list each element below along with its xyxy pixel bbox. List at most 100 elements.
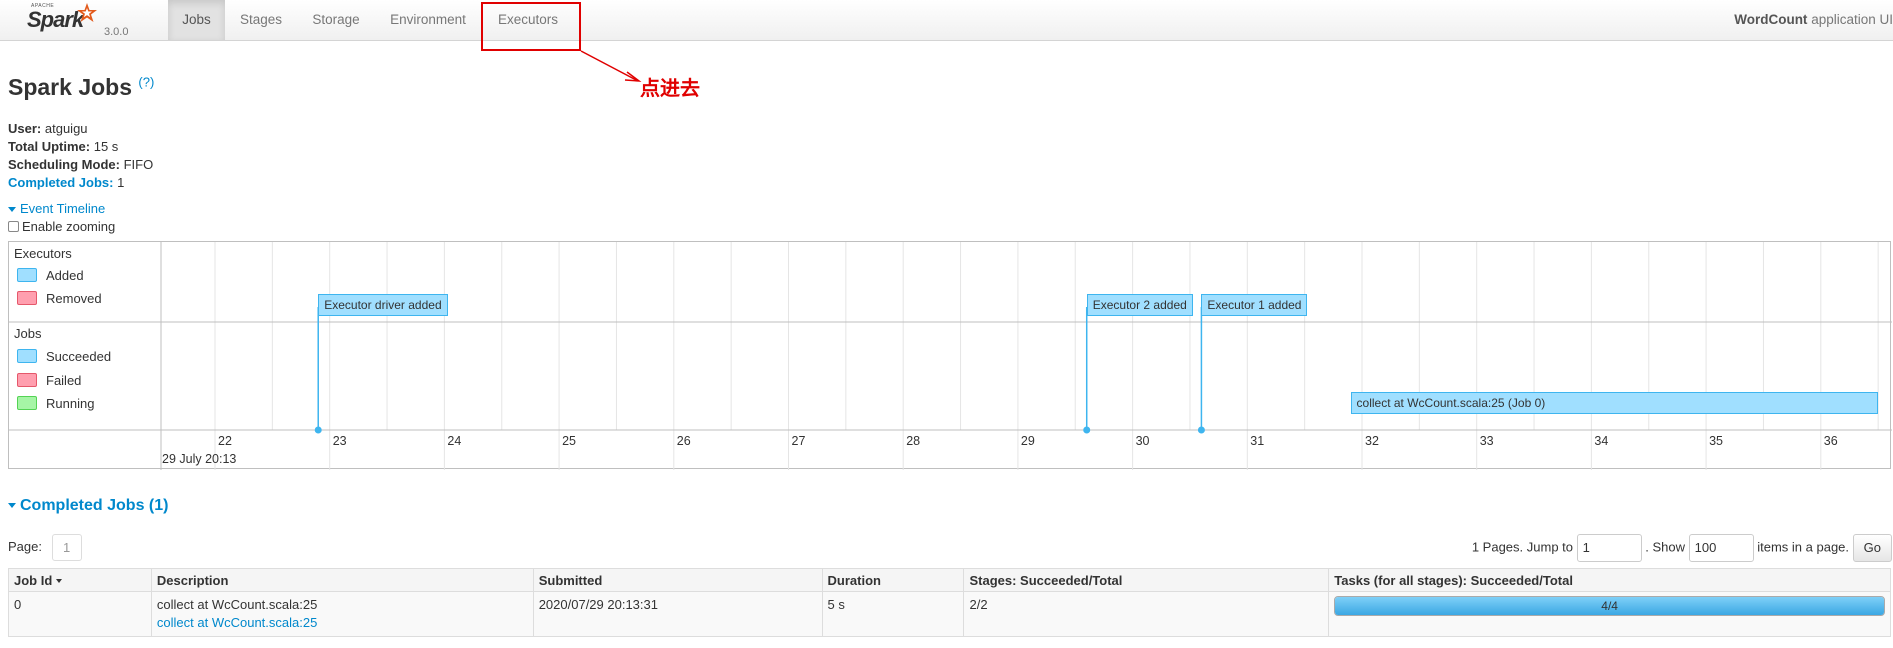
executor-event-box[interactable]: Executor driver added <box>318 294 448 316</box>
timeline-tick-label: 23 <box>333 434 347 448</box>
executor-event-dot <box>1083 426 1091 434</box>
tab-stages[interactable]: Stages <box>228 0 294 40</box>
legend-succeeded-label: Succeeded <box>46 349 112 364</box>
col-duration[interactable]: Duration <box>821 568 965 592</box>
legend-removed-label: Removed <box>46 291 102 306</box>
executor-event-dot <box>314 426 322 434</box>
top-navbar: APACHE Spark 3.0.0 Jobs Stages Storage E… <box>0 0 1893 41</box>
tab-jobs[interactable]: Jobs <box>168 0 225 40</box>
timeline-tick-label: 35 <box>1709 434 1723 448</box>
legend-running-label: Running <box>46 396 95 411</box>
legend-added-swatch <box>17 268 37 282</box>
spark-star-icon <box>77 3 97 22</box>
page-label: Page: <box>8 538 42 554</box>
show-text: . Show <box>1645 539 1685 555</box>
timeline-tick-label: 33 <box>1480 434 1494 448</box>
legend-failed-label: Failed <box>46 373 82 388</box>
tab-storage[interactable]: Storage <box>303 0 369 40</box>
legend-succeeded-swatch <box>17 349 37 363</box>
col-job-id[interactable]: Job Id <box>8 568 152 592</box>
completed-jobs-title: Completed Jobs (1) <box>20 497 169 514</box>
page-number-button[interactable]: 1 <box>51 534 82 561</box>
timeline-tick-label: 30 <box>1136 434 1150 448</box>
completed-jobs-link[interactable]: Completed Jobs: <box>8 175 113 190</box>
completed-jobs-toggle[interactable]: Completed Jobs (1) <box>8 497 168 515</box>
zoom-checkbox[interactable] <box>8 221 19 232</box>
enable-zooming[interactable]: Enable zooming <box>8 219 115 234</box>
jump-to-page-input[interactable]: 1 <box>1576 534 1642 562</box>
jobs-group-label: Jobs <box>14 326 42 341</box>
timeline-tick-label: 34 <box>1594 434 1608 448</box>
timeline-grid: 22 23 24 25 26 27 28 29 30 31 32 33 34 35 36 <box>9 242 1892 470</box>
zoom-label: Enable zooming <box>22 219 116 234</box>
timeline-tick-label: 24 <box>447 434 461 448</box>
cell-description: collect at WcCount.scala:25 collect at W… <box>150 591 534 637</box>
description-link[interactable]: collect at WcCount.scala:25 <box>157 614 528 632</box>
tab-environment[interactable]: Environment <box>380 0 476 40</box>
timeline-tick-label: 36 <box>1824 434 1838 448</box>
col-job-id-label: Job Id <box>14 572 53 588</box>
timeline-tick-label: 22 <box>218 434 232 448</box>
tasks-progress-bar: 4/4 <box>1334 596 1885 616</box>
event-timeline-toggle[interactable]: Event Timeline <box>8 201 105 216</box>
pages-jump-text: 1 Pages. Jump to <box>1471 539 1573 555</box>
mode-value: FIFO <box>123 157 154 172</box>
items-text: items in a page. <box>1757 539 1850 555</box>
executor-event-box[interactable]: Executor 2 added <box>1086 294 1193 316</box>
pagination-left: Page: 1 <box>8 534 82 561</box>
legend-removed-swatch <box>17 291 37 305</box>
user-value: atguigu <box>44 121 88 136</box>
completed-value: 1 <box>117 175 125 190</box>
caret-down-icon <box>8 207 16 213</box>
cell-tasks: 4/4 <box>1328 591 1891 637</box>
page-title: Spark Jobs (?) <box>8 74 154 101</box>
cell-submitted: 2020/07/29 20:13:31 <box>532 591 823 637</box>
spark-version: 3.0.0 <box>104 26 129 38</box>
tasks-progress-text: 4/4 <box>1601 599 1618 613</box>
help-link[interactable]: (?) <box>138 74 154 89</box>
go-button[interactable]: Go <box>1852 534 1892 562</box>
logo-spark-text: Spark <box>27 7 84 32</box>
event-timeline[interactable]: 22 23 24 25 26 27 28 29 30 31 32 33 34 35 36 Executors… <box>8 241 1892 470</box>
sort-desc-icon <box>56 579 63 584</box>
timeline-tick-label: 27 <box>792 434 806 448</box>
pagination-right: 1 Pages. Jump to 1 . Show 100 items in a… <box>1472 534 1892 562</box>
timeline-tick-label: 32 <box>1365 434 1379 448</box>
description-text: collect at WcCount.scala:25 <box>156 597 318 612</box>
event-timeline-label: Event Timeline <box>20 201 106 216</box>
cell-stages: 2/2 <box>963 591 1330 637</box>
summary-uptime: Total Uptime: 15 s <box>8 138 153 156</box>
executor-event-box[interactable]: Executor 1 added <box>1201 294 1308 316</box>
cell-job-id: 0 <box>8 591 152 637</box>
app-name-bold: WordCount <box>1734 12 1808 27</box>
timeline-tick-label: 28 <box>906 434 920 448</box>
cell-duration: 5 s <box>821 591 965 637</box>
col-description[interactable]: Description <box>150 568 534 592</box>
caret-down-icon <box>8 503 16 509</box>
legend-failed-swatch <box>17 373 37 387</box>
summary-completed: Completed Jobs: 1 <box>8 174 153 192</box>
spark-logo[interactable]: APACHE Spark 3.0.0 <box>26 2 136 38</box>
job-bar[interactable]: collect at WcCount.scala:25 (Job 0) <box>1350 392 1879 414</box>
annotation-text: 点进去 <box>640 78 700 100</box>
timeline-tick-label: 29 <box>1021 434 1035 448</box>
timeline-date-label: 29 July 20:13 <box>162 452 237 466</box>
summary-user: User: atguigu <box>8 120 153 138</box>
completed-jobs-table: Job Id Description Submitted Duration St… <box>8 568 1891 637</box>
col-tasks[interactable]: Tasks (for all stages): Succeeded/Total <box>1328 568 1891 592</box>
timeline-tick-label: 25 <box>562 434 576 448</box>
executor-event-dot <box>1197 426 1205 434</box>
col-submitted[interactable]: Submitted <box>532 568 823 592</box>
col-stages[interactable]: Stages: Succeeded/Total <box>963 568 1330 592</box>
page-size-input[interactable]: 100 <box>1688 534 1754 562</box>
mode-label: Scheduling Mode: <box>8 157 120 172</box>
executors-group-label: Executors <box>14 246 72 261</box>
table-header-row: Job Id Description Submitted Duration St… <box>8 568 1891 592</box>
user-label: User: <box>8 121 42 136</box>
application-name: WordCount application UI <box>1734 0 1893 40</box>
uptime-label: Total Uptime: <box>8 139 91 154</box>
page-title-text: Spark Jobs <box>8 74 132 100</box>
table-row: 0 collect at WcCount.scala:25 collect at… <box>8 591 1891 637</box>
summary-mode: Scheduling Mode: FIFO <box>8 156 153 174</box>
legend-running-swatch <box>17 396 37 410</box>
